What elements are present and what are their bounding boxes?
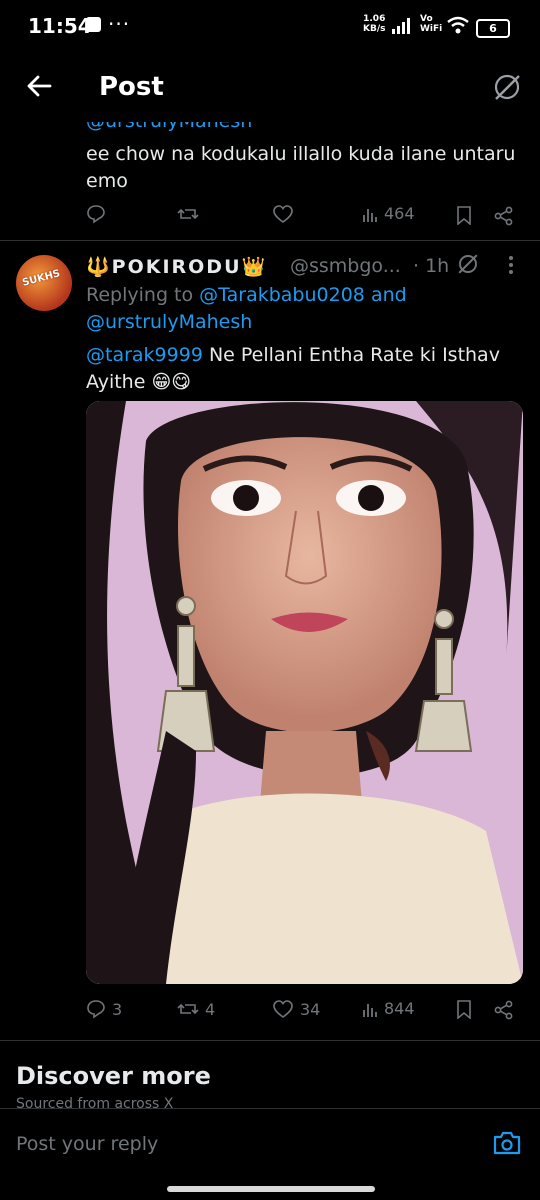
signal-icon [392, 18, 410, 34]
mention-link[interactable]: @tarak9999 [86, 344, 203, 366]
repost-count: 4 [205, 999, 216, 1019]
share-icon[interactable] [494, 206, 514, 226]
repost-icon [177, 208, 199, 220]
views-count-2: 844 [384, 999, 415, 1018]
views-icon-2 [363, 1003, 377, 1017]
user-handle[interactable]: @ssmbgo... [290, 255, 401, 277]
like-count: 34 [300, 999, 321, 1019]
replying-to: Replying to @Tarakbabu0208 and [86, 284, 407, 306]
views-button-2[interactable]: 844 [362, 999, 415, 1018]
post-time: · 1h [413, 255, 449, 277]
notification-icon [86, 17, 101, 32]
network-speed: 1.06 KB/s [363, 14, 385, 34]
bookmark-icon-2[interactable] [456, 1000, 472, 1019]
time-dot: · [413, 255, 420, 277]
discover-heading: Discover more [16, 1062, 211, 1090]
battery-icon: 6 [476, 19, 510, 38]
repost-icon-2 [177, 1003, 199, 1015]
back-arrow-icon[interactable] [26, 74, 52, 98]
reply-icon-2 [87, 1000, 105, 1019]
post-text-2: @tarak9999 Ne Pellani Entha Rate ki Isth… [86, 342, 526, 396]
network-speed-value: 1.06 [363, 14, 386, 24]
divider [0, 240, 540, 241]
status-time: 11:54 [28, 14, 92, 38]
more-notifications-icon: ··· [108, 12, 131, 36]
camera-icon[interactable] [493, 1131, 521, 1155]
grok-icon[interactable] [492, 72, 522, 102]
like-button-2[interactable]: 34 [272, 999, 320, 1019]
reply-composer-bar: Post your reply [0, 1108, 540, 1200]
network-speed-unit: KB/s [363, 24, 386, 34]
post-text: ee chow na kodukalu illallo kuda ilane u… [86, 143, 516, 192]
post-image[interactable] [86, 401, 523, 984]
reply-button[interactable] [86, 204, 106, 224]
views-button[interactable]: 464 [362, 204, 415, 223]
replying-prefix: Replying to [86, 284, 194, 306]
views-count: 464 [384, 204, 415, 223]
wifi-icon [447, 16, 469, 34]
vowifi-indicator: Vo WiFi [420, 14, 442, 34]
vowifi-bottom: WiFi [420, 24, 443, 34]
reply-and: and [370, 284, 407, 306]
like-button[interactable] [272, 204, 294, 224]
bookmark-icon[interactable] [456, 206, 472, 225]
reply-input[interactable]: Post your reply [16, 1133, 158, 1155]
avatar[interactable]: SUKHS [16, 255, 72, 311]
grok-post-icon[interactable] [456, 252, 480, 276]
top-app-bar: Post [0, 56, 540, 120]
heart-icon-2 [273, 1000, 293, 1018]
repost-button[interactable] [177, 204, 199, 224]
portrait-photo [86, 401, 523, 984]
status-bar: 11:54 ··· 1.06 KB/s Vo WiFi 6 [0, 0, 540, 56]
reply-button-2[interactable]: 3 [86, 999, 122, 1019]
home-indicator[interactable] [167, 1186, 375, 1192]
reply-icon [87, 205, 105, 224]
avatar-text: SUKHS [21, 268, 62, 289]
time-value: 1h [425, 255, 450, 277]
heart-icon [273, 205, 293, 223]
reply-target-link[interactable]: @Tarakbabu0208 [199, 284, 365, 306]
vowifi-top: Vo [420, 14, 433, 24]
display-name[interactable]: 🔱POKIRODU👑 [86, 255, 267, 278]
views-icon [363, 208, 377, 222]
divider-2 [0, 1040, 540, 1041]
reply-target-link-2[interactable]: @urstrulyMahesh [86, 311, 252, 333]
share-icon-2[interactable] [494, 1000, 514, 1020]
page-title: Post [99, 72, 164, 102]
reply-count: 3 [112, 999, 123, 1019]
repost-button-2[interactable]: 4 [177, 999, 215, 1019]
more-options-icon[interactable] [509, 256, 513, 274]
